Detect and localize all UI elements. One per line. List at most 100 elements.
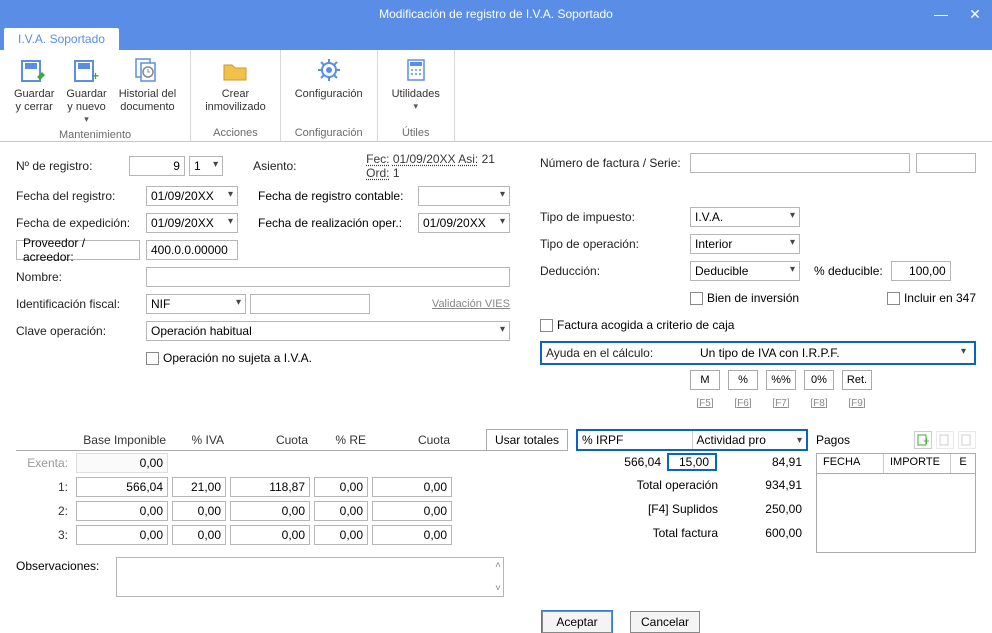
factura-criterio-caja-label: Factura acogida a criterio de caja — [557, 318, 734, 332]
crear-inmovilizado-button[interactable]: Crear inmovilizado — [199, 52, 272, 125]
r1-cuota[interactable] — [230, 477, 310, 497]
identificacion-input[interactable] — [250, 294, 370, 314]
aceptar-button[interactable]: Aceptar — [542, 611, 612, 633]
tab-iva-soportado[interactable]: I.V.A. Soportado — [4, 28, 119, 50]
calc-m-button[interactable]: M — [690, 370, 720, 390]
save-new-icon: + — [71, 54, 103, 86]
close-button[interactable]: ✕ — [958, 0, 992, 28]
nregistro-input-a[interactable] — [129, 156, 185, 176]
fecha-expedicion-input[interactable]: 01/09/20XX — [146, 213, 238, 233]
hint-f7: [F7] — [766, 398, 796, 409]
row3-label: 3: — [16, 528, 76, 542]
r3-cuota[interactable] — [230, 525, 310, 545]
irpf-pct-input[interactable]: 15,00 — [667, 453, 717, 471]
col-actividad[interactable]: Actividad pro — [693, 431, 807, 449]
pct-deducible-input[interactable] — [891, 261, 951, 281]
tipo-impuesto-select[interactable]: I.V.A. — [690, 207, 800, 227]
col-pct-iva: % IVA — [172, 433, 230, 447]
cancelar-button[interactable]: Cancelar — [630, 611, 700, 633]
total-factura-value: 600,00 — [728, 526, 808, 540]
group-acciones-label: Acciones — [199, 125, 272, 141]
r3-cuota2[interactable] — [372, 525, 452, 545]
bien-inversion-label: Bien de inversión — [707, 291, 799, 305]
exenta-base — [76, 453, 168, 473]
ribbon: Guardar y cerrar + Guardar y nuevo ▾ His… — [0, 50, 992, 142]
r3-base[interactable] — [76, 525, 168, 545]
suplidos-label[interactable]: [F4] Suplidos — [576, 502, 728, 516]
calc-ret-button[interactable]: Ret. — [842, 370, 872, 390]
observaciones-textarea[interactable]: ˄ ˅ — [116, 557, 504, 597]
r1-base[interactable] — [76, 477, 168, 497]
calculator-icon — [400, 54, 432, 86]
nregistro-select-b[interactable]: 1 — [189, 156, 223, 176]
irpf-value: 84,91 — [717, 455, 808, 469]
historial-documento-button[interactable]: Historial del documento — [113, 52, 182, 127]
deduccion-select[interactable]: Deducible — [690, 261, 800, 281]
fecha-registro-input[interactable]: 01/09/20XX — [146, 186, 238, 206]
fecha-registro-label: Fecha del registro: — [16, 189, 146, 203]
r3-pre[interactable] — [314, 525, 368, 545]
ayuda-calculo-label: Ayuda en el cálculo: — [546, 346, 676, 360]
fecha-reg-contable-label: Fecha de registro contable: — [258, 189, 418, 203]
dropdown-icon: ▾ — [413, 101, 418, 112]
suplidos-value: 250,00 — [728, 502, 808, 516]
bien-inversion-checkbox[interactable] — [690, 292, 703, 305]
r2-piva[interactable] — [172, 501, 226, 521]
pagos-edit-button — [936, 431, 954, 449]
col-irpf[interactable]: % IRPF — [578, 431, 693, 449]
ayuda-calculo-row: Ayuda en el cálculo: Un tipo de IVA con … — [540, 341, 976, 365]
serie-input[interactable] — [916, 153, 976, 173]
factura-criterio-caja-checkbox[interactable] — [540, 319, 553, 332]
nombre-input[interactable] — [146, 267, 510, 287]
validacion-vies-link[interactable]: Validación VIES — [432, 298, 510, 310]
num-factura-input[interactable] — [690, 153, 910, 173]
pagos-table[interactable]: FECHA IMPORTE E — [816, 453, 976, 553]
minimize-button[interactable]: — — [924, 0, 958, 28]
r2-pre[interactable] — [314, 501, 368, 521]
guardar-y-cerrar-button[interactable]: Guardar y cerrar — [8, 52, 60, 127]
calc-zero-button[interactable]: 0% — [804, 370, 834, 390]
r3-piva[interactable] — [172, 525, 226, 545]
proveedor-input[interactable] — [146, 240, 238, 260]
hint-f8: [F8] — [804, 398, 834, 409]
r1-piva[interactable] — [172, 477, 226, 497]
calc-pct-button[interactable]: % — [728, 370, 758, 390]
ayuda-calculo-select[interactable]: Un tipo de IVA con I.R.P.F. — [696, 344, 970, 362]
scroll-up-icon[interactable]: ˄ — [495, 560, 501, 571]
fecha-realizacion-input[interactable]: 01/09/20XX — [418, 213, 510, 233]
clave-operacion-select[interactable]: Operación habitual — [146, 321, 510, 341]
identificacion-select[interactable]: NIF — [146, 294, 246, 314]
calc-pctpct-button[interactable]: %% — [766, 370, 796, 390]
col-cuota: Cuota — [230, 433, 314, 447]
configuracion-button[interactable]: Configuración — [289, 52, 369, 125]
pagos-col-fecha: FECHA — [817, 454, 884, 473]
hint-f6: [F6] — [728, 398, 758, 409]
title-bar: Modificación de registro de I.V.A. Sopor… — [0, 0, 992, 28]
group-mantenimiento-label: Mantenimiento — [8, 127, 182, 143]
utilidades-button[interactable]: Utilidades ▾ — [386, 52, 446, 125]
group-configuracion-label: Configuración — [289, 125, 369, 141]
fecha-reg-contable-input[interactable] — [418, 186, 510, 206]
guardar-y-nuevo-button[interactable]: + Guardar y nuevo ▾ — [60, 52, 112, 127]
op-no-sujeta-checkbox[interactable] — [146, 352, 159, 365]
usar-totales-button[interactable]: Usar totales — [486, 429, 568, 451]
pagos-delete-button — [958, 431, 976, 449]
r2-base[interactable] — [76, 501, 168, 521]
asiento-link[interactable]: Fec: 01/09/20XX Asi: 21 Ord: 1 — [366, 152, 510, 180]
proveedor-label[interactable]: Proveedor / acreedor: — [16, 240, 140, 260]
r1-cuota2[interactable] — [372, 477, 452, 497]
r2-cuota2[interactable] — [372, 501, 452, 521]
fecha-expedicion-label: Fecha de expedición: — [16, 216, 146, 230]
clave-operacion-label: Clave operación: — [16, 324, 146, 338]
incluir-347-label: Incluir en 347 — [904, 291, 976, 305]
total-operacion-value: 934,91 — [728, 478, 808, 492]
tipo-operacion-select[interactable]: Interior — [690, 234, 800, 254]
col-pct-re: % RE — [314, 433, 372, 447]
dropdown-icon: ▾ — [84, 114, 89, 125]
incluir-347-checkbox[interactable] — [887, 292, 900, 305]
history-icon — [131, 54, 163, 86]
pagos-add-button[interactable]: + — [914, 431, 932, 449]
scroll-down-icon[interactable]: ˅ — [495, 583, 501, 594]
r2-cuota[interactable] — [230, 501, 310, 521]
r1-pre[interactable] — [314, 477, 368, 497]
